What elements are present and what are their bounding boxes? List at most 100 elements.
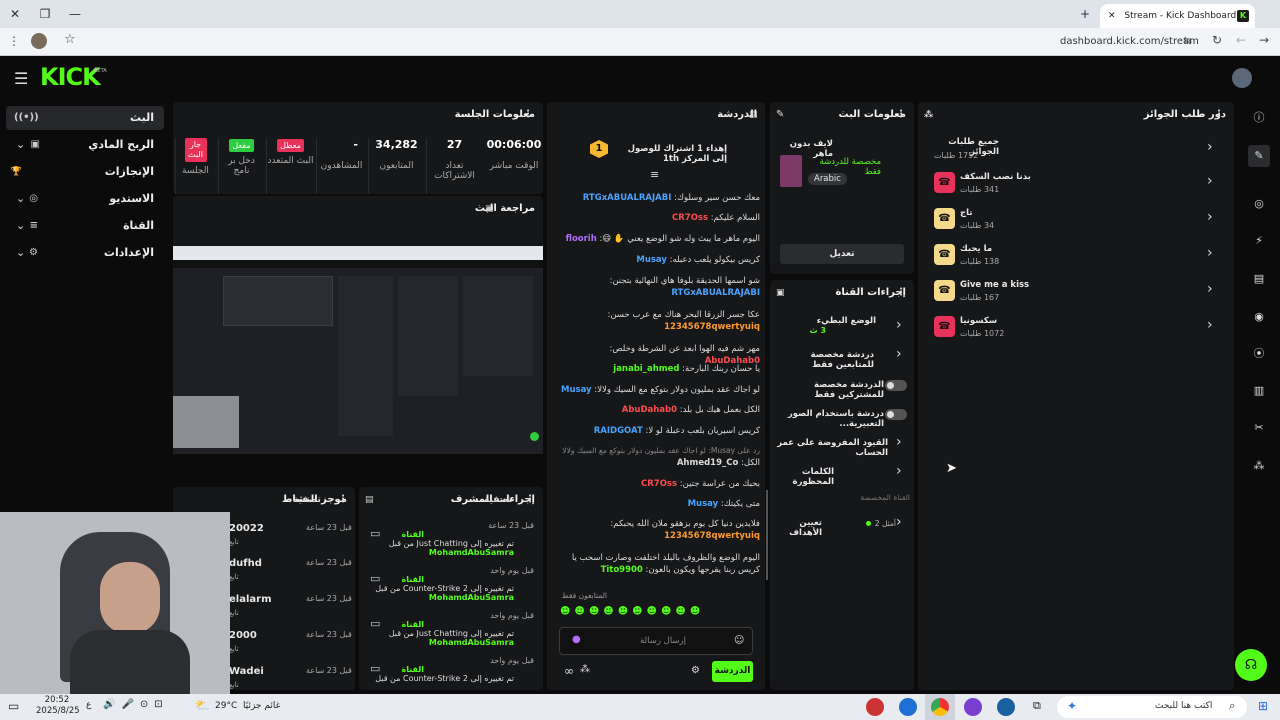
reward-label[interactable]: تاج <box>960 208 1040 218</box>
microphone-icon[interactable]: ● <box>572 634 581 645</box>
chat-username[interactable]: AbuDahab0 <box>622 405 677 415</box>
reload-icon[interactable]: ↻ <box>1212 33 1222 47</box>
url-text[interactable]: dashboard.kick.com/stream <box>1060 36 1199 47</box>
chevron-right-icon[interactable]: › <box>1207 317 1213 333</box>
lightning-icon[interactable]: ⚡ <box>1248 230 1270 252</box>
new-tab-button[interactable]: + <box>1070 0 1100 28</box>
chat-username[interactable]: floorih <box>566 234 597 244</box>
tab-close-icon[interactable]: ✕ <box>1108 11 1116 21</box>
chat-username[interactable]: Musay <box>688 499 719 509</box>
panel-menu-icon[interactable]: ⋮ <box>896 102 906 128</box>
settings-gear-icon[interactable]: ⚙ <box>691 665 700 676</box>
sidebar-item-stream[interactable]: ((•)) البث <box>6 106 164 130</box>
chat-username[interactable]: CR7Oss <box>672 213 708 223</box>
chat-username[interactable]: Ahmed19_Co <box>677 458 739 468</box>
target-icon[interactable]: ◎ <box>1248 193 1270 215</box>
app-icon-4[interactable] <box>964 698 982 716</box>
filter-lines-icon[interactable]: ≡ <box>650 168 659 181</box>
channel-action-account-age[interactable]: القيود المفروضة على عمر الحساب <box>776 438 888 458</box>
chevron-right-icon[interactable]: › <box>1207 139 1213 155</box>
chevron-right-icon[interactable]: › <box>896 434 902 450</box>
reward-label[interactable]: سكسونيا <box>960 316 1040 326</box>
restore-window-button[interactable]: ❐ <box>30 0 60 28</box>
emote-bar[interactable]: ☻☻☻☻☻☻☻☻☻☻ <box>560 606 750 620</box>
emote-only-toggle[interactable] <box>885 409 907 420</box>
chevron-right-icon[interactable]: › <box>896 463 902 479</box>
sidebar-item-settings[interactable]: ⌄ الإعدادات ⚙ <box>6 241 164 265</box>
reward-label[interactable]: Give me a kiss <box>960 280 1040 290</box>
chat-bubble-icon[interactable]: ◉ <box>1248 306 1270 328</box>
emoji-icon[interactable]: ☺ <box>734 635 744 646</box>
chat-username[interactable]: 12345678qwertyuiq <box>664 322 760 332</box>
user-avatar[interactable] <box>1232 68 1252 88</box>
send-chat-button[interactable]: الدردشة <box>712 661 753 682</box>
reward-label[interactable]: بدنا نصب السكف <box>960 172 1040 182</box>
stream-preview-video[interactable] <box>173 246 543 454</box>
hamburger-menu-icon[interactable]: ☰ <box>14 69 28 88</box>
bookmark-star-icon[interactable]: ☆ <box>64 32 76 47</box>
sidebar-item-channel[interactable]: ⌄ القناة ≡ <box>6 214 164 238</box>
sidebar-item-studio[interactable]: ⌄ الاستديو ◎ <box>6 187 164 211</box>
set-goals-label[interactable]: تعيين الأهداف <box>776 518 822 538</box>
chat-username[interactable]: CR7Oss <box>641 479 677 489</box>
language-indicator[interactable]: ع <box>86 700 91 710</box>
infinity-icon[interactable]: ∞ <box>564 664 574 678</box>
chat-username[interactable]: 12345678qwertyuiq <box>664 531 760 541</box>
layout-icon[interactable]: ▥ <box>1248 380 1270 402</box>
back-icon[interactable]: → <box>1259 33 1269 47</box>
channel-action-banned-words[interactable]: الكلمات المحظورة <box>776 467 834 487</box>
panel-menu-icon[interactable]: ⋮ <box>747 102 757 128</box>
support-headset-icon[interactable]: ☊ <box>1235 649 1267 681</box>
panel-menu-icon[interactable]: ⋮ <box>523 102 533 128</box>
system-tray-icons[interactable]: 🔊🎤⊙⊡ <box>103 699 169 710</box>
windows-start-icon[interactable]: ⊞ <box>1258 699 1268 713</box>
steam-icon[interactable] <box>997 698 1015 716</box>
chevron-right-icon[interactable]: › <box>1207 209 1213 225</box>
chat-username[interactable]: janabi_ahmed <box>613 364 679 374</box>
chevron-right-icon[interactable]: › <box>1207 281 1213 297</box>
filter-button[interactable]: تصفية <box>484 487 512 513</box>
document-icon[interactable]: ▤ <box>1248 268 1270 290</box>
kick-logo[interactable]: KICK <box>40 63 101 91</box>
wrench-icon[interactable]: ✂ <box>1248 417 1270 439</box>
broadcast-icon[interactable]: ⦿ <box>1248 343 1270 365</box>
taskbar-search[interactable]: ✦ اكتب هنا للبحث ⌕ <box>1057 696 1247 718</box>
app-icon-1[interactable] <box>866 698 884 716</box>
nodes-icon[interactable]: ⁂ <box>580 664 590 675</box>
forward-icon[interactable]: ← <box>1236 33 1246 47</box>
clock[interactable]: 20:52 2025/8/25 <box>36 695 80 717</box>
chat-username[interactable]: Tito9900 <box>601 565 643 575</box>
chevron-right-icon[interactable]: › <box>896 514 902 530</box>
chevron-right-icon[interactable]: › <box>896 317 902 333</box>
task-view-icon[interactable]: ⧉ <box>1033 699 1041 713</box>
edit-stream-button[interactable]: تعديل <box>780 244 904 264</box>
chat-username[interactable]: RAIDGOAT <box>594 426 643 436</box>
browser-tab[interactable]: ✕ Stream - Kick Dashboard K <box>1100 4 1255 28</box>
chevron-right-icon[interactable]: › <box>1207 245 1213 261</box>
menu-kebab-icon[interactable]: ⋮ <box>8 34 20 48</box>
minimize-window-button[interactable]: — <box>60 0 90 28</box>
nodes-icon[interactable]: ⁂ <box>1248 455 1270 477</box>
chat-username[interactable]: RTGxABUALRAJABI <box>583 193 672 203</box>
app-icon-2[interactable] <box>899 698 917 716</box>
notification-icon[interactable]: ▭ <box>8 699 19 713</box>
chat-scrollbar[interactable] <box>766 490 768 580</box>
pencil-icon[interactable]: ✎ <box>1248 145 1270 167</box>
panel-menu-icon[interactable]: ⋮ <box>896 280 906 306</box>
profile-avatar[interactable] <box>31 33 47 49</box>
channel-action-slow-mode[interactable]: الوضع البطيء 3 ث <box>776 316 876 335</box>
chat-username[interactable]: RTGxABUALRAJABI <box>671 288 760 298</box>
sidebar-item-monetization[interactable]: ⌄ الربح المادي ▣ <box>6 133 164 157</box>
panel-menu-icon[interactable]: ⋮ <box>338 487 348 513</box>
filter-button[interactable]: تصفية <box>293 487 321 513</box>
panel-menu-icon[interactable]: ⋮ <box>1214 102 1224 128</box>
site-settings-icon[interactable]: ⇆ <box>1183 34 1192 47</box>
chevron-right-icon[interactable]: › <box>1207 173 1213 189</box>
subscribers-only-toggle[interactable] <box>885 380 907 391</box>
info-icon[interactable]: ⓘ <box>1248 107 1270 129</box>
chat-username[interactable]: Musay <box>636 255 667 265</box>
chrome-taskbar-button[interactable] <box>925 694 955 720</box>
chat-username[interactable]: Musay <box>561 385 592 395</box>
channel-action-followers-only[interactable]: دردشة مخصصة للمتابعين فقط <box>776 350 874 370</box>
panel-menu-icon[interactable]: ⋮ <box>525 487 535 513</box>
